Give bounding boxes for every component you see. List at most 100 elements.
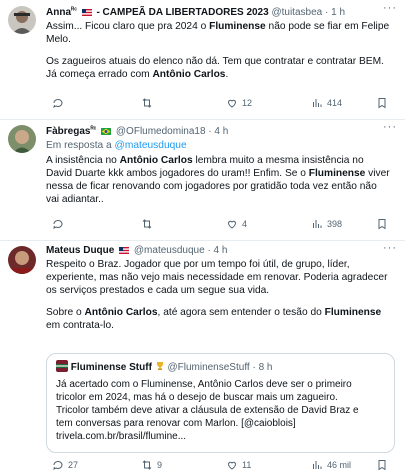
quote-line: Já acertado com o Fluminense, Antônio Ca… — [56, 379, 352, 390]
author-handle[interactable]: @mateusduque — [134, 245, 205, 256]
text-span: nessa de ficar renovando com jogadores p… — [46, 181, 377, 193]
author-superscript: ᴿᶜ — [71, 7, 77, 14]
author-name-suffix: - CAMPEÃ DA LIBERTADORES 2023 — [96, 7, 269, 18]
text-span: , até agora sem entender o tesão do — [157, 307, 325, 319]
hashtag-fluminense: Fluminense — [209, 21, 266, 32]
text-span: . — [225, 69, 229, 81]
like-button[interactable]: 11 — [226, 459, 251, 471]
views-button[interactable]: 46 mil — [311, 459, 351, 471]
reply-button[interactable]: 27 — [52, 459, 78, 471]
tweet-3[interactable]: Mateus Duque @mateusduque · 4 h Respeito… — [0, 240, 405, 475]
tweet-text: Assim... Ficou claro que pra 2024 o Flum… — [46, 20, 397, 81]
reply-button[interactable] — [52, 218, 68, 230]
views-icon — [313, 461, 322, 469]
retweet-button[interactable] — [141, 218, 157, 230]
reply-icon — [53, 460, 63, 470]
quoted-author-handle[interactable]: @FluminenseStuff — [167, 362, 249, 373]
reply-prefix: Em resposta a — [46, 140, 112, 151]
more-options-button[interactable]: ··· — [383, 242, 397, 254]
tweet-actions: 4 398 — [46, 218, 397, 232]
text-span: Melo. — [46, 34, 71, 46]
bookmark-icon — [378, 460, 386, 471]
retweet-icon — [142, 98, 152, 108]
text-span: não pode se fiar em Felipe — [265, 21, 390, 32]
avatar[interactable] — [8, 125, 36, 153]
reply-mention[interactable]: @mateusduque — [115, 140, 187, 151]
heart-icon — [227, 461, 237, 470]
tweet-1[interactable]: Annaᴿᶜ - CAMPEÃ DA LIBERTADORES 2023 @tu… — [0, 0, 405, 120]
text-span: Sobre o — [46, 307, 85, 319]
like-button[interactable]: 4 — [226, 218, 247, 230]
author-name[interactable]: Mateus Duque — [46, 245, 114, 256]
text-span: A insistência no — [46, 155, 120, 167]
author-handle[interactable]: @OFlumedomina18 — [116, 126, 206, 137]
bookmark-button[interactable] — [376, 97, 388, 109]
views-button[interactable]: 398 — [311, 218, 342, 230]
tweet-time[interactable]: · 4 h — [207, 245, 227, 256]
quoted-tweet-header: Fluminense Stuff @FluminenseStuff · 8 h — [56, 360, 273, 373]
quote-line: Tricolor também deve ativar a cláusula d… — [56, 405, 359, 416]
avatar[interactable] — [8, 246, 36, 274]
views-button[interactable]: 414 — [311, 97, 342, 109]
retweet-icon — [142, 219, 152, 229]
more-options-button[interactable]: ··· — [383, 121, 397, 133]
heart-icon — [227, 220, 237, 229]
like-count: 11 — [242, 460, 252, 470]
text-span: vai adiantar.. — [46, 194, 104, 206]
quote-line: tricolor em 2024, mas há o desejo de bus… — [56, 392, 338, 403]
bookmark-button[interactable] — [376, 459, 388, 471]
author-name[interactable]: Anna — [46, 7, 71, 18]
quoted-tweet-time[interactable]: · 8 h — [252, 362, 272, 373]
text-span: lembra muito a mesma insistência no — [192, 155, 364, 167]
text-span: Os zagueiros atuais do elenco não dá. Te… — [46, 56, 384, 68]
text-span: viver — [365, 168, 390, 180]
views-icon — [313, 99, 322, 107]
like-button[interactable]: 12 — [226, 97, 252, 109]
tweet-time[interactable]: · 4 h — [208, 126, 228, 137]
text-span: Respeito o Braz. Jogador que por um temp… — [46, 259, 350, 270]
retweet-icon — [142, 460, 152, 470]
text-span: experiente, mas não vejo mais necessidad… — [46, 272, 388, 284]
reply-icon — [53, 219, 63, 229]
tweet-time[interactable]: · 1 h — [325, 7, 345, 18]
bookmark-icon — [378, 98, 386, 109]
flag-icon — [119, 245, 130, 254]
views-count: 414 — [327, 98, 343, 108]
text-span: David Duarte kkk ambos jogadores do uram… — [46, 168, 309, 180]
highlight-antonio-carlos: Antônio Carlos — [119, 155, 193, 167]
retweet-count: 9 — [157, 460, 163, 470]
highlight-fluminense: Fluminense — [324, 307, 382, 319]
heart-icon — [227, 99, 237, 108]
text-span: os serviços prestados e cada um segue su… — [46, 285, 270, 297]
more-options-button[interactable]: ··· — [383, 2, 397, 14]
trophy-icon — [155, 361, 165, 371]
tweet-actions: 12 414 — [46, 97, 397, 111]
highlight-fluminense: Fluminense — [308, 168, 366, 180]
quoted-tweet-text: Já acertado com o Fluminense, Antônio Ca… — [56, 378, 386, 443]
quote-line: tem conversas para renovar com Marlon. [… — [56, 418, 296, 429]
reply-count: 27 — [68, 460, 79, 470]
fluminense-logo-icon — [56, 360, 68, 372]
views-count: 398 — [327, 219, 343, 229]
quoted-author-name[interactable]: Fluminense Stuff — [71, 362, 152, 373]
like-count: 12 — [242, 98, 253, 108]
tweet-header: Annaᴿᶜ - CAMPEÃ DA LIBERTADORES 2023 @tu… — [46, 4, 397, 19]
quoted-tweet[interactable]: Fluminense Stuff @FluminenseStuff · 8 h … — [46, 353, 395, 453]
quote-link[interactable]: trivela.com.br/brasil/flumine... — [56, 430, 386, 443]
reply-button[interactable] — [52, 97, 68, 109]
text-span: Já começa errado com — [46, 69, 153, 81]
author-handle[interactable]: @tuitasbea — [271, 7, 322, 18]
views-count: 46 mil — [327, 460, 352, 470]
highlight-antonio-carlos: Antônio Carlos — [152, 69, 226, 81]
tweet-2[interactable]: Fàbregasᴿᶜ @OFlumedomina18 · 4 h Em resp… — [0, 119, 405, 241]
retweet-button[interactable] — [141, 97, 157, 109]
flag-icon — [101, 126, 112, 135]
reply-context: Em resposta a @mateusduque — [46, 139, 397, 152]
bookmark-button[interactable] — [376, 218, 388, 230]
retweet-button[interactable]: 9 — [141, 459, 162, 471]
author-name[interactable]: Fàbregas — [46, 126, 90, 137]
tweet-header: Fàbregasᴿᶜ @OFlumedomina18 · 4 h — [46, 123, 397, 138]
avatar[interactable] — [8, 6, 36, 34]
text-span: Assim... Ficou claro que pra 2024 o — [46, 21, 210, 32]
author-superscript: ᴿᶜ — [90, 126, 97, 133]
